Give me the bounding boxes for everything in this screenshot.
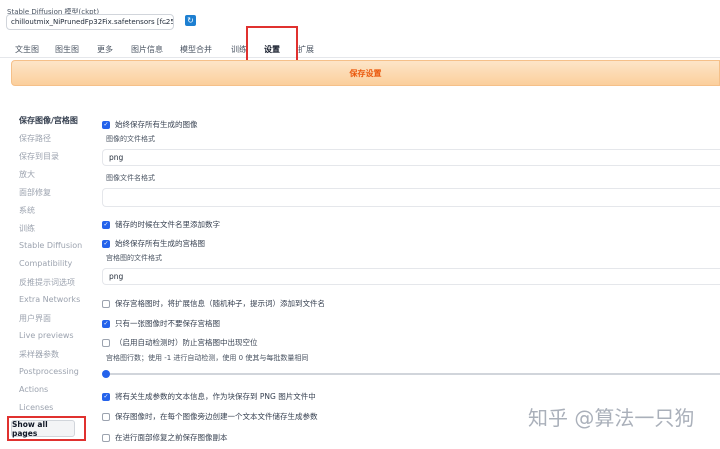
- grid-rows-label: 宫格图行数；使用 -1 进行自动检测，使用 0 使其与每批数量相同: [106, 354, 309, 362]
- tab-img2img[interactable]: 图生图: [55, 44, 79, 55]
- checkbox-unchecked-icon[interactable]: [102, 299, 110, 308]
- checkbox-unchecked-icon[interactable]: [102, 338, 110, 347]
- sidebar-item-save-to-dirs[interactable]: 保存到目录: [19, 151, 59, 162]
- grid-format-input[interactable]: png: [102, 268, 720, 285]
- slider-thumb[interactable]: [102, 370, 110, 378]
- model-select-value: chilloutmix_NiPrunedFp32Fix.safetensors …: [11, 18, 174, 26]
- tab-txt2img[interactable]: 文生图: [15, 44, 39, 55]
- sidebar-item-stable-diffusion[interactable]: Stable Diffusion: [19, 241, 82, 250]
- image-format-label: 图像的文件格式: [106, 135, 155, 143]
- sidebar-item-face-restoration[interactable]: 面部修复: [19, 187, 51, 198]
- setting-grid-only-if-multiple[interactable]: 只有一张图像时不要保存宫格图: [102, 318, 220, 329]
- model-select[interactable]: chilloutmix_NiPrunedFp32Fix.safetensors …: [6, 14, 174, 30]
- setting-add-number[interactable]: 储存的时候在文件名里添加数字: [102, 219, 220, 230]
- filename-pattern-input[interactable]: [102, 188, 720, 207]
- checkbox-checked-icon[interactable]: [102, 220, 110, 229]
- refresh-icon: ↻: [187, 15, 194, 25]
- sidebar-item-system[interactable]: 系统: [19, 205, 35, 216]
- tab-extras[interactable]: 更多: [97, 44, 113, 55]
- sidebar-item-upscaling[interactable]: 放大: [19, 169, 35, 180]
- refresh-button[interactable]: ↻: [185, 15, 196, 26]
- sidebar-item-training[interactable]: 训练: [19, 223, 35, 234]
- setting-grid-extended-filename[interactable]: 保存宫格图时，将扩展信息（随机种子，提示词）添加到文件名: [102, 298, 325, 309]
- checkbox-unchecked-icon[interactable]: [102, 433, 110, 442]
- checkbox-unchecked-icon[interactable]: [102, 412, 110, 421]
- sidebar-item-paths[interactable]: 保存路径: [19, 133, 51, 144]
- sidebar-item-interrogate[interactable]: 反推提示词选项: [19, 277, 75, 288]
- setting-save-txt[interactable]: 保存图像时，在每个图像旁边创建一个文本文件储存生成参数: [102, 411, 318, 422]
- image-format-input[interactable]: png: [102, 149, 720, 166]
- highlight-show-all: [7, 416, 86, 441]
- setting-grid-prevent-empty[interactable]: （启用自动检测时）防止宫格图中出现空位: [102, 337, 258, 348]
- sidebar-item-sampler-params[interactable]: 采样器参数: [19, 349, 59, 360]
- sidebar-item-licenses[interactable]: Licenses: [19, 403, 53, 412]
- checkbox-checked-icon[interactable]: [102, 319, 110, 328]
- tab-checkpoint-merger[interactable]: 模型合并: [180, 44, 212, 55]
- tab-bar: 文生图 图生图 更多 图片信息 模型合并 训练 设置 扩展: [0, 40, 720, 58]
- slider-track: [106, 373, 720, 375]
- sidebar-item-compatibility[interactable]: Compatibility: [19, 259, 72, 268]
- tab-train[interactable]: 训练: [231, 44, 247, 55]
- tab-extensions[interactable]: 扩展: [298, 44, 314, 55]
- sidebar-item-live-previews[interactable]: Live previews: [19, 331, 74, 340]
- sidebar-item-user-interface[interactable]: 用户界面: [19, 313, 51, 324]
- checkbox-checked-icon[interactable]: [102, 392, 110, 401]
- sidebar-item-actions[interactable]: Actions: [19, 385, 48, 394]
- grid-rows-slider[interactable]: [102, 369, 720, 379]
- watermark: 知乎 @算法一只狗: [528, 406, 695, 430]
- tab-png-info[interactable]: 图片信息: [131, 44, 163, 55]
- setting-always-save-images[interactable]: 始终保存所有生成的图像: [102, 119, 198, 130]
- checkbox-checked-icon[interactable]: [102, 120, 110, 129]
- chevron-down-icon: ⌄: [163, 18, 169, 26]
- sidebar-item-extra-networks[interactable]: Extra Networks: [19, 295, 80, 304]
- filename-pattern-label: 图像文件名格式: [106, 174, 155, 182]
- checkbox-checked-icon[interactable]: [102, 239, 110, 248]
- sidebar-item-saving-images[interactable]: 保存图像/宫格图: [19, 115, 78, 126]
- sidebar-item-postprocessing[interactable]: Postprocessing: [19, 367, 79, 376]
- setting-save-text-in-png[interactable]: 将有关生成参数的文本信息，作为块保存到 PNG 图片文件中: [102, 391, 316, 402]
- setting-always-save-grid[interactable]: 始终保存所有生成的宫格图: [102, 238, 205, 249]
- grid-format-label: 宫格图的文件格式: [106, 254, 162, 262]
- setting-save-before-face-restore[interactable]: 在进行面部修复之前保存图像副本: [102, 432, 228, 443]
- save-settings-button[interactable]: 保存设置: [11, 60, 720, 86]
